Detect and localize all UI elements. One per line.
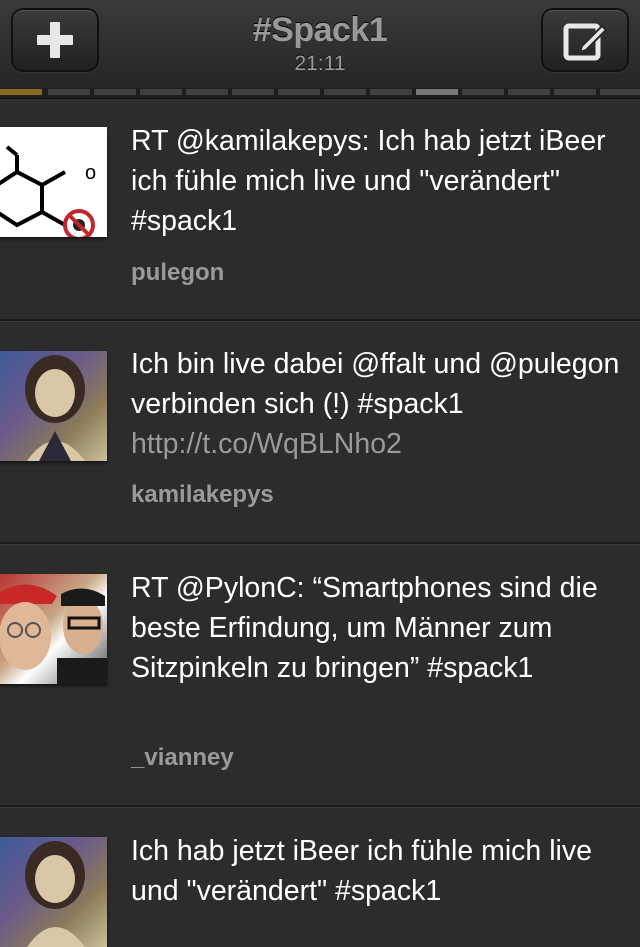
page-dot [462,89,504,95]
tweet-text: Ich bin live dabei @ffalt und @pulegon v… [131,348,620,460]
compose-button[interactable] [541,8,629,72]
tweet-link[interactable]: http://t.co/WqBLNho2 [131,428,402,460]
page-dot [94,89,136,95]
svg-text:o: o [85,162,96,184]
woman-photo-avatar[interactable] [0,837,107,947]
tweet-text: Ich hab jetzt iBeer ich fühle mich live … [131,835,592,907]
tweet-username[interactable]: _vianney [131,744,234,772]
page-dot [232,89,274,95]
tweet-row[interactable]: RT @PylonC: “Smartphones sind die beste … [0,544,640,807]
compose-icon [563,23,608,61]
page-dot [370,89,412,95]
two-men-photo-avatar[interactable] [0,574,107,684]
tweet-text: RT @PylonC: “Smartphones sind die beste … [131,572,598,684]
tweet-row[interactable]: Ich hab jetzt iBeer ich fühle mich live … [0,807,640,947]
page-dot-active [416,89,458,95]
page-dot [324,89,366,95]
tweet-list: o RT @kamilakepys: Ich hab jetzt iBeer i… [0,99,640,947]
tweet-username[interactable]: pulegon [131,259,224,287]
page-dot [508,89,550,95]
page-dot [48,89,90,95]
tweet-row[interactable]: Ich bin live dabei @ffalt und @pulegon v… [0,321,640,544]
page-dot [600,89,640,95]
molecule-avatar[interactable]: o [0,127,107,237]
woman-photo-avatar[interactable] [0,351,107,461]
tweet-text: RT @kamilakepys: Ich hab jetzt iBeer ich… [131,125,606,237]
page-dot [186,89,228,95]
page-dot [0,89,42,95]
tweet-row[interactable]: o RT @kamilakepys: Ich hab jetzt iBeer i… [0,99,640,321]
page-dot [278,89,320,95]
navigation-bar: #Spack1 21:11 [0,0,640,89]
tweet-username[interactable]: kamilakepys [131,481,274,509]
page-dot [554,89,596,95]
page-indicator [0,88,640,99]
page-dot [140,89,182,95]
